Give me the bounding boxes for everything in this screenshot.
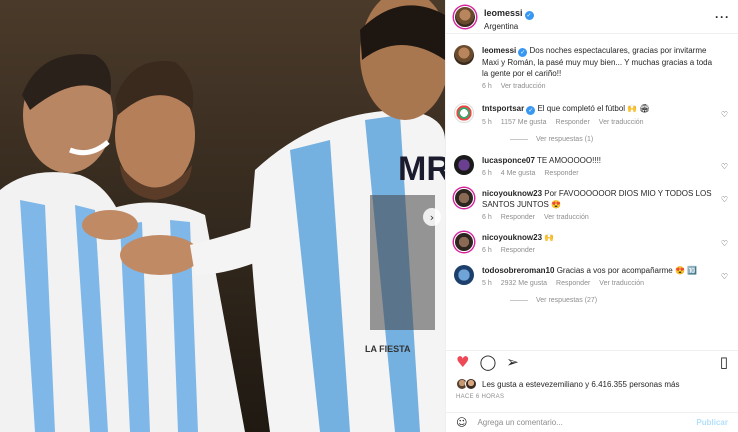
see-translation-link[interactable]: Ver traducción	[599, 280, 644, 287]
post-location[interactable]: Argentina	[484, 22, 715, 31]
comment-input[interactable]	[477, 418, 697, 427]
verified-icon: ✓	[526, 106, 536, 115]
comment-username[interactable]: lucasponce07	[482, 156, 535, 165]
comment-time: 5 h	[482, 119, 492, 126]
reply-button[interactable]: Responder	[501, 247, 535, 254]
avatar[interactable]	[454, 232, 474, 252]
verified-icon: ✓	[524, 10, 534, 20]
comments-list[interactable]: leomessi ✓ Dos noches espectaculares, gra…	[446, 38, 738, 346]
comment-likes[interactable]: 2932 Me gusta	[501, 280, 547, 287]
share-icon[interactable]: ➢	[506, 355, 519, 370]
likes-text[interactable]: Les gusta a estevezemiliano y 6.416.355 …	[482, 380, 679, 389]
heart-icon[interactable]: ♡	[721, 110, 728, 119]
publish-button[interactable]: Publicar	[696, 418, 728, 427]
avatar[interactable]	[454, 155, 474, 175]
chevron-right-icon[interactable]: ›	[423, 208, 441, 226]
replies-line	[510, 139, 528, 140]
avatar[interactable]	[454, 45, 474, 65]
comment-username[interactable]: tntsportsar	[482, 104, 524, 113]
jersey-caption: LA FIESTA	[365, 344, 411, 354]
comment: nicoyouknow23 Por FAVOOOOOOR DIOS MIO Y …	[454, 188, 730, 221]
comment-likes[interactable]: 4 Me gusta	[501, 170, 536, 177]
verified-icon: ✓	[518, 48, 528, 57]
view-replies-label: Ver respuestas (27)	[536, 297, 598, 304]
comment-time: 6 h	[482, 214, 492, 221]
more-icon[interactable]: ···	[715, 10, 730, 24]
action-bar: ♥ ◯ ➢ ▯	[446, 350, 738, 374]
see-translation-link[interactable]: Ver traducción	[544, 214, 589, 221]
comment-username[interactable]: todosobreroman10	[482, 266, 554, 275]
comment-time: 6 h	[482, 247, 492, 254]
add-comment-bar: ☺ Publicar	[446, 412, 738, 432]
view-replies-button[interactable]: Ver respuestas (1)	[510, 136, 730, 143]
comment: todosobreroman10 Gracias a vos por acomp…	[454, 265, 730, 287]
post-photo[interactable]: MR LA FIESTA ›	[0, 0, 445, 432]
comment: lucasponce07 TE AMOOOOO!!!! 6 h 4 Me gust…	[454, 155, 730, 177]
heart-icon[interactable]: ♡	[721, 162, 728, 171]
post-panel: leomessi ✓ Argentina ··· leomessi ✓ Dos no…	[445, 0, 738, 432]
bookmark-icon[interactable]: ▯	[720, 355, 728, 370]
comment-icon[interactable]: ◯	[479, 355, 496, 370]
comment-username[interactable]: nicoyouknow23	[482, 189, 542, 198]
comment-text: TE AMOOOOO!!!!	[537, 156, 602, 165]
likes-row[interactable]: Les gusta a estevezemiliano y 6.416.355 …	[456, 378, 679, 390]
caption-username[interactable]: leomessi	[482, 46, 516, 55]
view-replies-label: Ver respuestas (1)	[536, 136, 594, 143]
caption: leomessi ✓ Dos noches espectaculares, gra…	[454, 45, 730, 90]
heart-icon[interactable]: ♡	[721, 239, 728, 248]
see-translation-link[interactable]: Ver traducción	[501, 83, 546, 90]
caption-time: 6 h	[482, 83, 492, 90]
heart-icon[interactable]: ♡	[721, 272, 728, 281]
emoji-icon[interactable]: ☺	[456, 416, 467, 429]
avatar[interactable]	[454, 188, 474, 208]
comment-text: 🙌	[544, 233, 555, 242]
reply-button[interactable]: Responder	[544, 170, 578, 177]
post-header: leomessi ✓ Argentina ···	[446, 0, 738, 34]
comment-likes[interactable]: 1157 Me gusta	[501, 119, 547, 126]
see-translation-link[interactable]: Ver traducción	[599, 119, 644, 126]
reply-button[interactable]: Responder	[556, 119, 590, 126]
comment-text: Gracias a vos por acompañarme 😍 🔟	[556, 266, 698, 275]
jersey-name: MR	[398, 150, 445, 188]
comment-username[interactable]: nicoyouknow23	[482, 233, 542, 242]
caption-text: Dos noches espectaculares, gracias por i…	[482, 46, 713, 78]
replies-line	[510, 300, 528, 301]
avatar[interactable]	[454, 5, 476, 28]
reply-button[interactable]: Responder	[501, 214, 535, 221]
reply-button[interactable]: Responder	[556, 280, 590, 287]
post-time: HACE 6 HORAS	[456, 394, 505, 400]
comment-time: 6 h	[482, 170, 492, 177]
heart-icon[interactable]: ♥	[456, 355, 469, 370]
comment: tntsportsar ✓ El que completó el fútbol 🙌…	[454, 103, 730, 126]
comment-time: 5 h	[482, 280, 492, 287]
comment-text: El que completó el fútbol 🙌 🏟	[537, 104, 650, 113]
post-username[interactable]: leomessi	[484, 8, 523, 18]
avatar[interactable]	[454, 265, 474, 285]
comment: nicoyouknow23 🙌 6 h Responder ♡	[454, 232, 730, 254]
view-replies-button[interactable]: Ver respuestas (27)	[510, 297, 730, 304]
heart-icon[interactable]: ♡	[721, 195, 728, 204]
avatar[interactable]	[454, 103, 474, 123]
post-image: MR LA FIESTA	[0, 0, 445, 432]
avatar	[465, 378, 477, 390]
